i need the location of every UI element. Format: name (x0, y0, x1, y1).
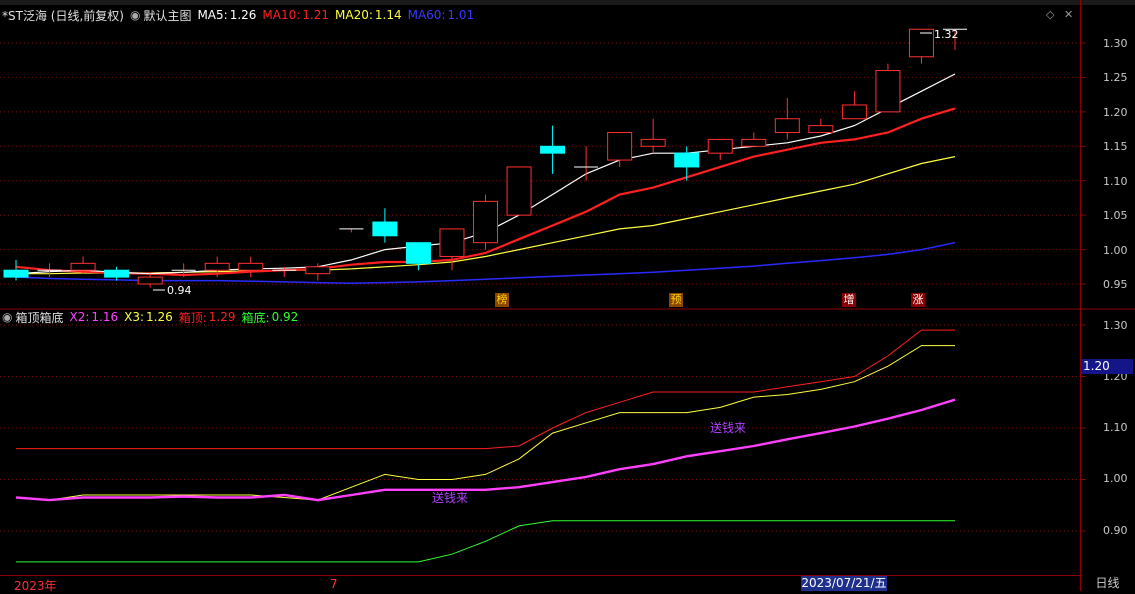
candle-body (305, 266, 331, 275)
period-button[interactable]: 日线 (1080, 576, 1135, 591)
candle-body (707, 138, 733, 154)
date-axis: 2023年 7 (0, 575, 1080, 593)
candle[interactable] (339, 228, 364, 233)
candle-body (540, 145, 566, 154)
candle[interactable] (943, 28, 967, 50)
event-marker-2[interactable]: 预 (669, 293, 683, 307)
candle-body (473, 200, 498, 244)
candle-body (70, 262, 96, 271)
candle[interactable] (640, 118, 666, 154)
candle-body (774, 118, 800, 134)
candle[interactable] (372, 208, 398, 243)
candle[interactable] (841, 91, 867, 120)
candle[interactable] (741, 132, 767, 147)
candle-body (104, 269, 130, 278)
indicator-lines-layer (15, 73, 956, 563)
candle-body (372, 221, 398, 237)
candle-body (640, 138, 666, 147)
candle-body (607, 132, 633, 161)
event-marker-3[interactable]: 增 (842, 293, 856, 307)
date-month-label: 7 (330, 577, 338, 591)
current-value-tag: 1.20 (1081, 359, 1133, 374)
candle-body (137, 276, 163, 285)
event-marker-1[interactable]: 榜 (495, 293, 509, 307)
candles-layer (3, 28, 967, 288)
x3-line (15, 345, 955, 501)
candle-body (439, 228, 465, 257)
box-bottom-line (16, 520, 955, 563)
candle[interactable] (37, 263, 62, 278)
x2-line (15, 398, 956, 502)
date-start-label: 2023年 (14, 579, 57, 593)
candle-body (506, 166, 532, 216)
candle[interactable] (607, 132, 633, 167)
candle[interactable] (137, 273, 163, 288)
candle-body (3, 269, 29, 278)
labels-layer (153, 32, 932, 291)
candle[interactable] (707, 138, 733, 161)
event-marker-4[interactable]: 涨 (911, 293, 925, 307)
candle[interactable] (104, 266, 130, 281)
candle[interactable] (305, 263, 331, 281)
candle-body (841, 104, 867, 120)
candle[interactable] (405, 242, 431, 271)
grid-layer (0, 42, 1135, 532)
candle[interactable] (808, 118, 834, 134)
candle[interactable] (540, 125, 566, 174)
box-top-line (16, 329, 955, 450)
candle-body (808, 125, 834, 134)
selected-date[interactable]: 2023/07/21/五 (801, 576, 887, 591)
candle[interactable] (473, 194, 498, 250)
candle-body (238, 262, 264, 271)
candle-body (405, 242, 431, 264)
candle[interactable] (574, 146, 599, 181)
candle[interactable] (3, 259, 29, 281)
candle[interactable] (506, 166, 532, 216)
candle[interactable] (875, 63, 901, 113)
candle-body (204, 262, 230, 271)
candle[interactable] (908, 28, 934, 64)
candle-body (741, 138, 767, 147)
candlestick-chart[interactable] (0, 0, 1135, 591)
candle[interactable] (238, 256, 264, 278)
candle[interactable] (774, 98, 800, 140)
candle[interactable] (439, 228, 465, 271)
candle-body (875, 70, 901, 113)
candle-body (674, 152, 700, 168)
